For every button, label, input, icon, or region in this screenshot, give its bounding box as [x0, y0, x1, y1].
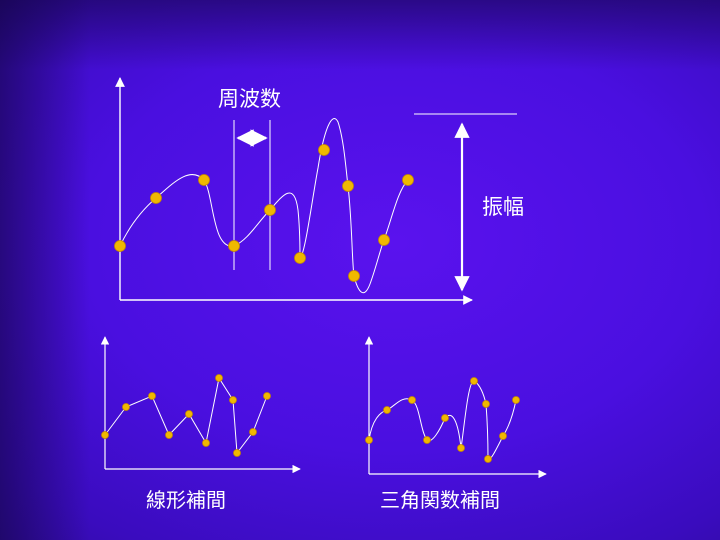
- main-sample-point: [150, 192, 162, 204]
- trig-sample-point: [512, 396, 520, 404]
- trig-sample-point: [408, 396, 416, 404]
- main-smooth-curve: [119, 118, 409, 294]
- linear-sample-point: [101, 431, 109, 439]
- trig-sample-point: [383, 406, 391, 414]
- main-sample-point: [318, 144, 330, 156]
- main-sample-point: [378, 234, 390, 246]
- linear-sample-point: [215, 374, 223, 382]
- trig-label: 三角関数補間: [380, 488, 500, 512]
- linear-points: [101, 374, 271, 457]
- main-sample-point: [348, 270, 360, 282]
- linear-sample-point: [185, 410, 193, 418]
- linear-sample-point: [148, 392, 156, 400]
- main-sample-point: [228, 240, 240, 252]
- linear-sample-point: [233, 449, 241, 457]
- trig-sample-point: [457, 444, 465, 452]
- trig-sample-point: [441, 414, 449, 422]
- main-sample-point: [198, 174, 210, 186]
- trig-sample-point: [365, 436, 373, 444]
- linear-label: 線形補間: [146, 488, 226, 512]
- main-sample-point: [294, 252, 306, 264]
- linear-sample-point: [229, 396, 237, 404]
- linear-sample-point: [165, 431, 173, 439]
- main-sample-point: [264, 204, 276, 216]
- trig-sample-point: [470, 377, 478, 385]
- trig-sample-point: [499, 432, 507, 440]
- trig-sample-point: [423, 436, 431, 444]
- trig-sample-point: [484, 455, 492, 463]
- main-sample-point: [402, 174, 414, 186]
- linear-sample-point: [122, 403, 130, 411]
- frequency-label: 周波数: [218, 87, 281, 111]
- interpolation-diagram: 周波数 振幅 線形補間 三角関数補間: [100, 77, 547, 512]
- main-points: [114, 144, 414, 282]
- amplitude-label: 振幅: [482, 195, 524, 219]
- linear-sample-point: [202, 439, 210, 447]
- main-sample-point: [114, 240, 126, 252]
- linear-sample-point: [263, 392, 271, 400]
- trig-sample-point: [482, 400, 490, 408]
- main-sample-point: [342, 180, 354, 192]
- linear-sample-point: [249, 428, 257, 436]
